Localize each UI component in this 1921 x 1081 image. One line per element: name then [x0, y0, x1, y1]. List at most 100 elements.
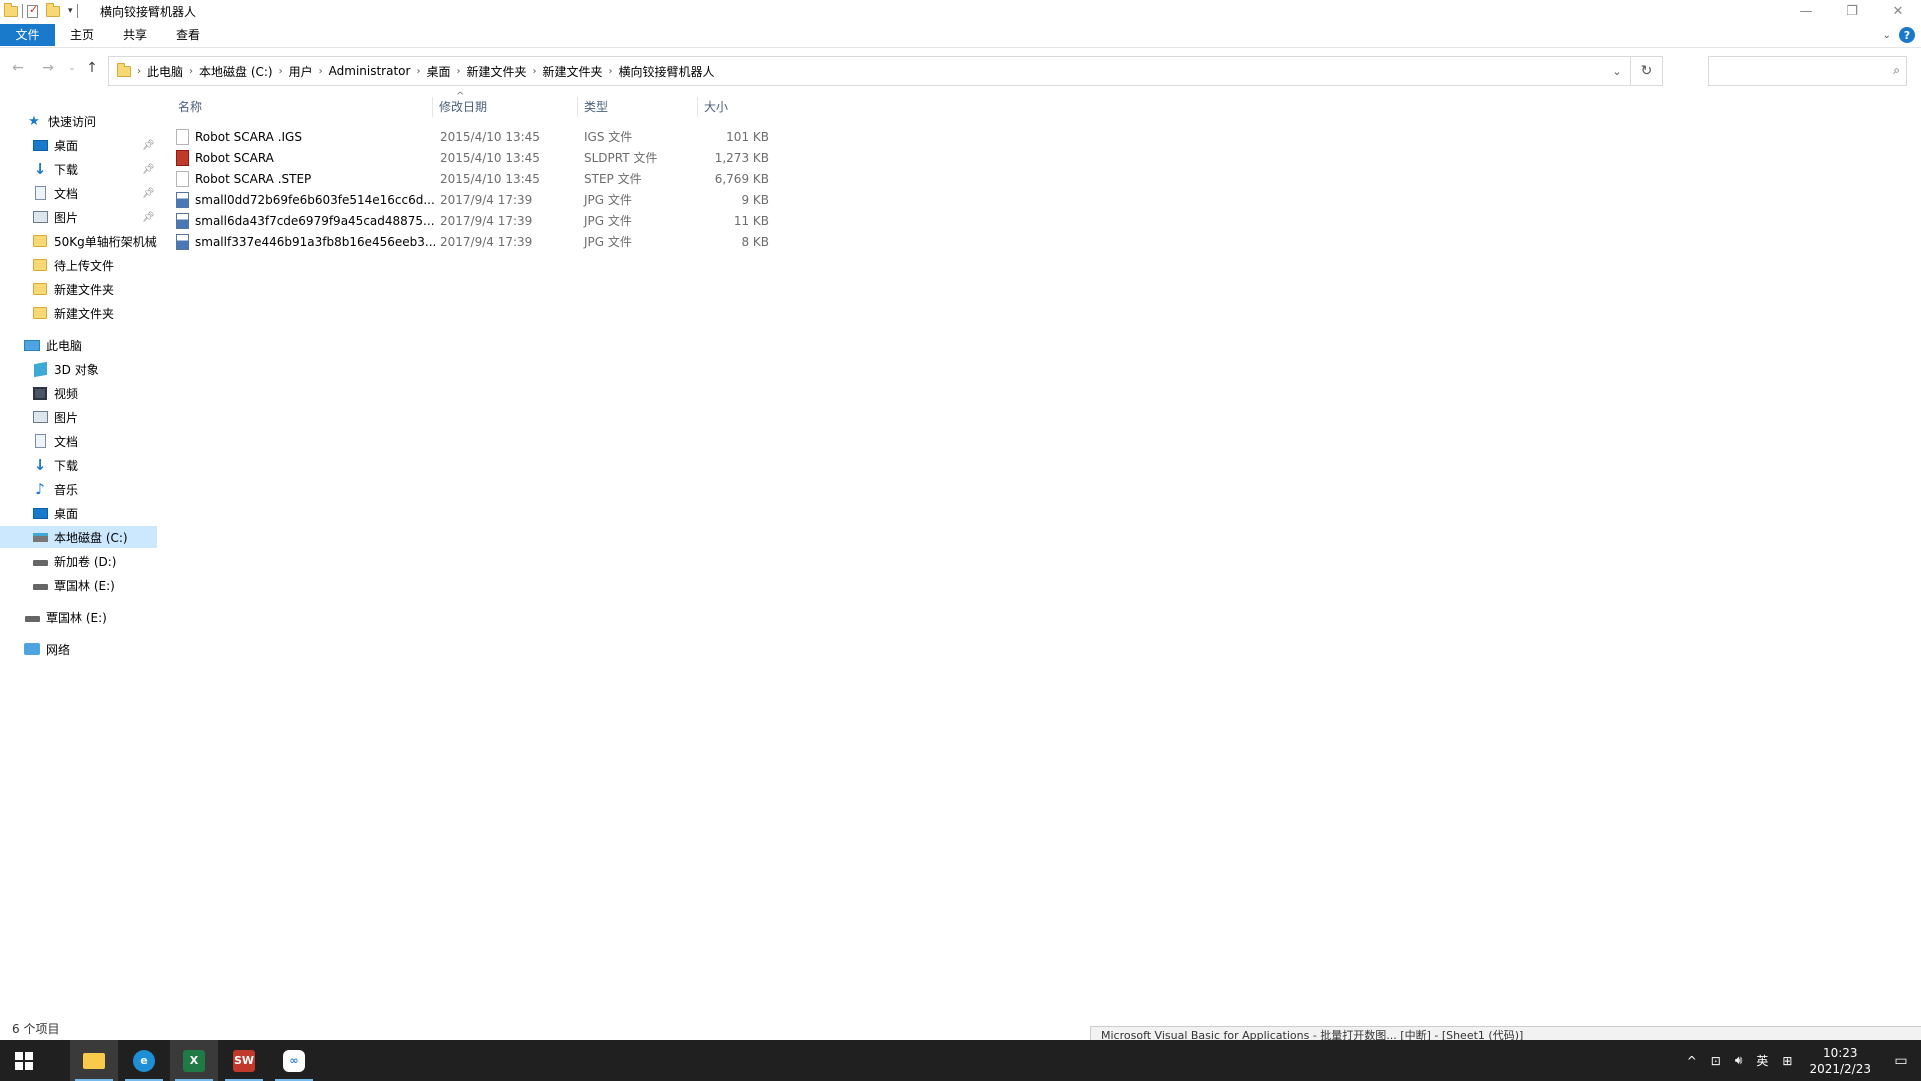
sidebar-item-documents-pc[interactable]: 文档 — [0, 430, 157, 452]
tab-file[interactable]: 文件 — [0, 24, 55, 46]
crumb-current-folder[interactable]: 横向铰接臂机器人 — [613, 63, 721, 80]
file-row[interactable]: Robot SCARA .STEP 2015/4/10 13:45 STEP 文… — [176, 168, 936, 189]
crumb-administrator[interactable]: Administrator — [323, 64, 417, 78]
column-header-name[interactable]: 名称 — [160, 97, 432, 117]
sidebar-item-pictures[interactable]: 图片 📌︎ — [0, 206, 157, 228]
pin-icon[interactable]: 📌︎ — [142, 212, 155, 223]
notification-center-icon[interactable]: ▭ — [1881, 1053, 1921, 1069]
ribbon: 文件 主页 共享 查看 ⌄ ? — [0, 24, 1921, 48]
close-button[interactable]: ✕ — [1875, 0, 1921, 22]
crumb-desktop[interactable]: 桌面 — [420, 63, 456, 80]
pin-icon[interactable]: 📌︎ — [142, 140, 155, 151]
minimize-button[interactable]: — — [1783, 0, 1829, 22]
sidebar-item-label: 下载 — [54, 162, 79, 177]
network-status-icon[interactable]: ⊡ — [1704, 1054, 1728, 1068]
taskbar-solidworks[interactable]: SW — [220, 1040, 268, 1081]
customize-toolbar-icon[interactable]: ▾ — [68, 6, 73, 16]
show-hidden-icons-icon[interactable]: ^ — [1680, 1054, 1704, 1068]
sidebar-item-desktop[interactable]: 桌面 📌︎ — [0, 134, 157, 156]
tab-share[interactable]: 共享 — [111, 24, 159, 46]
clock-time: 10:23 — [1822, 1045, 1858, 1060]
volume-icon[interactable]: 🔊︎ — [1728, 1053, 1750, 1068]
network-icon — [24, 642, 40, 656]
taskbar-file-explorer[interactable] — [70, 1040, 118, 1081]
forward-arrow-icon[interactable]: → — [38, 60, 58, 76]
column-header-size[interactable]: 大小 — [697, 97, 777, 117]
search-input[interactable] — [1709, 57, 1879, 85]
file-row[interactable]: Robot SCARA .IGS 2015/4/10 13:45 IGS 文件 … — [176, 126, 936, 147]
input-method-indicator[interactable]: 英 — [1749, 1052, 1775, 1069]
sidebar-item-new-folder-2[interactable]: 新建文件夹 — [0, 302, 157, 324]
sidebar-item-downloads[interactable]: ↓ 下载 📌︎ — [0, 158, 157, 180]
up-arrow-icon[interactable]: ↑ — [82, 60, 102, 76]
sidebar-item-downloads-pc[interactable]: ↓ 下载 — [0, 454, 157, 476]
back-arrow-icon[interactable]: ← — [8, 60, 28, 76]
clock[interactable]: 10:23 2021/2/23 — [1799, 1045, 1881, 1077]
crumb-new-folder-2[interactable]: 新建文件夹 — [536, 63, 608, 80]
sidebar-item-videos[interactable]: 视频 — [0, 382, 157, 404]
file-row[interactable]: Robot SCARA 2015/4/10 13:45 SLDPRT 文件 1,… — [176, 147, 936, 168]
column-header-date[interactable]: 修改日期 — [432, 97, 577, 117]
sidebar-item-label: 文档 — [54, 186, 79, 201]
sidebar-item-new-folder-1[interactable]: 新建文件夹 — [0, 278, 157, 300]
crumb-users[interactable]: 用户 — [283, 63, 319, 80]
sidebar-item-label: 图片 — [54, 210, 79, 225]
document-icon — [32, 434, 48, 448]
refresh-icon[interactable]: ↻ — [1630, 57, 1662, 85]
maximize-button[interactable]: ❐ — [1829, 0, 1875, 22]
help-icon[interactable]: ? — [1899, 27, 1915, 43]
sidebar-item-drive-e-root[interactable]: 覃国林 (E:) — [0, 606, 157, 628]
tab-home[interactable]: 主页 — [58, 24, 106, 46]
crumb-local-disk-c[interactable]: 本地磁盘 (C:) — [193, 63, 279, 80]
tab-view[interactable]: 查看 — [164, 24, 212, 46]
sidebar-item-3d-objects[interactable]: 3D 对象 — [0, 358, 157, 380]
expand-ribbon-icon[interactable]: ⌄ — [1883, 30, 1891, 41]
sidebar-item-label: 快速访问 — [48, 114, 97, 129]
crumb-new-folder-1[interactable]: 新建文件夹 — [460, 63, 532, 80]
recent-locations-icon[interactable]: ⌄ — [62, 63, 82, 73]
column-header-type[interactable]: 类型 — [577, 97, 697, 117]
address-dropdown-icon[interactable]: ⌄ — [1604, 65, 1630, 78]
column-headers: ^ 名称 修改日期 类型 大小 — [160, 91, 780, 119]
sidebar-item-desktop-pc[interactable]: 桌面 — [0, 502, 157, 524]
solidworks-icon: SW — [233, 1049, 255, 1072]
taskbar-excel[interactable]: X — [170, 1040, 218, 1081]
pin-icon[interactable]: 📌︎ — [142, 188, 155, 199]
pin-icon[interactable]: 📌︎ — [142, 164, 155, 175]
sidebar-item-folder-pending-upload[interactable]: 待上传文件 — [0, 254, 157, 276]
sidebar-item-pictures-pc[interactable]: 图片 — [0, 406, 157, 428]
sidebar-item-label: 新加卷 (D:) — [54, 554, 117, 569]
sidebar-item-drive-e[interactable]: 覃国林 (E:) — [0, 574, 157, 596]
sidebar-item-local-disk-c[interactable]: 本地磁盘 (C:) — [0, 526, 157, 548]
sidebar-item-documents[interactable]: 文档 📌︎ — [0, 182, 157, 204]
file-explorer-icon — [83, 1052, 105, 1069]
search-box[interactable]: ⌕ — [1708, 56, 1907, 86]
search-icon: ⌕ — [1893, 63, 1900, 77]
generic-file-icon — [176, 128, 189, 145]
sidebar-item-label: 3D 对象 — [54, 362, 99, 377]
file-row[interactable]: small0dd72b69fe6b603fe514e16cc6d... 2017… — [176, 189, 936, 210]
sidebar-item-network[interactable]: 网络 — [0, 638, 157, 660]
properties-icon[interactable] — [27, 3, 38, 18]
sidebar-item-music[interactable]: ♪ 音乐 — [0, 478, 157, 500]
background-vba-window[interactable]: Microsoft Visual Basic for Applications … — [1090, 1026, 1921, 1040]
breadcrumb: › 此电脑 › 本地磁盘 (C:) › 用户 › Administrator ›… — [109, 62, 1604, 80]
taskbar-baidu-netdisk[interactable]: ∞ — [270, 1040, 318, 1081]
sidebar-item-label: 新建文件夹 — [54, 282, 115, 297]
input-mode-icon[interactable]: ⊞ — [1775, 1054, 1799, 1068]
sidebar-item-label: 音乐 — [54, 482, 79, 497]
file-row[interactable]: small6da43f7cde6979f9a45cad48875... 2017… — [176, 210, 936, 231]
crumb-this-pc[interactable]: 此电脑 — [141, 63, 189, 80]
taskbar-edge[interactable]: e — [120, 1040, 168, 1081]
sidebar-item-this-pc[interactable]: 此电脑 — [0, 334, 157, 356]
sidebar-item-folder-50kg[interactable]: 50Kg单轴桁架机械 — [0, 230, 157, 252]
file-size: 6,769 KB — [714, 171, 769, 186]
start-button[interactable] — [0, 1040, 48, 1081]
folder-icon — [117, 62, 131, 77]
file-type: SLDPRT 文件 — [584, 151, 658, 165]
file-row[interactable]: smallf337e446b91a3fb8b16e456eeb3... 2017… — [176, 231, 936, 252]
sidebar-item-quick-access[interactable]: ★ 快速访问 — [0, 110, 157, 132]
new-folder-icon[interactable] — [46, 2, 60, 17]
address-bar[interactable]: › 此电脑 › 本地磁盘 (C:) › 用户 › Administrator ›… — [108, 56, 1663, 86]
sidebar-item-drive-d[interactable]: 新加卷 (D:) — [0, 550, 157, 572]
